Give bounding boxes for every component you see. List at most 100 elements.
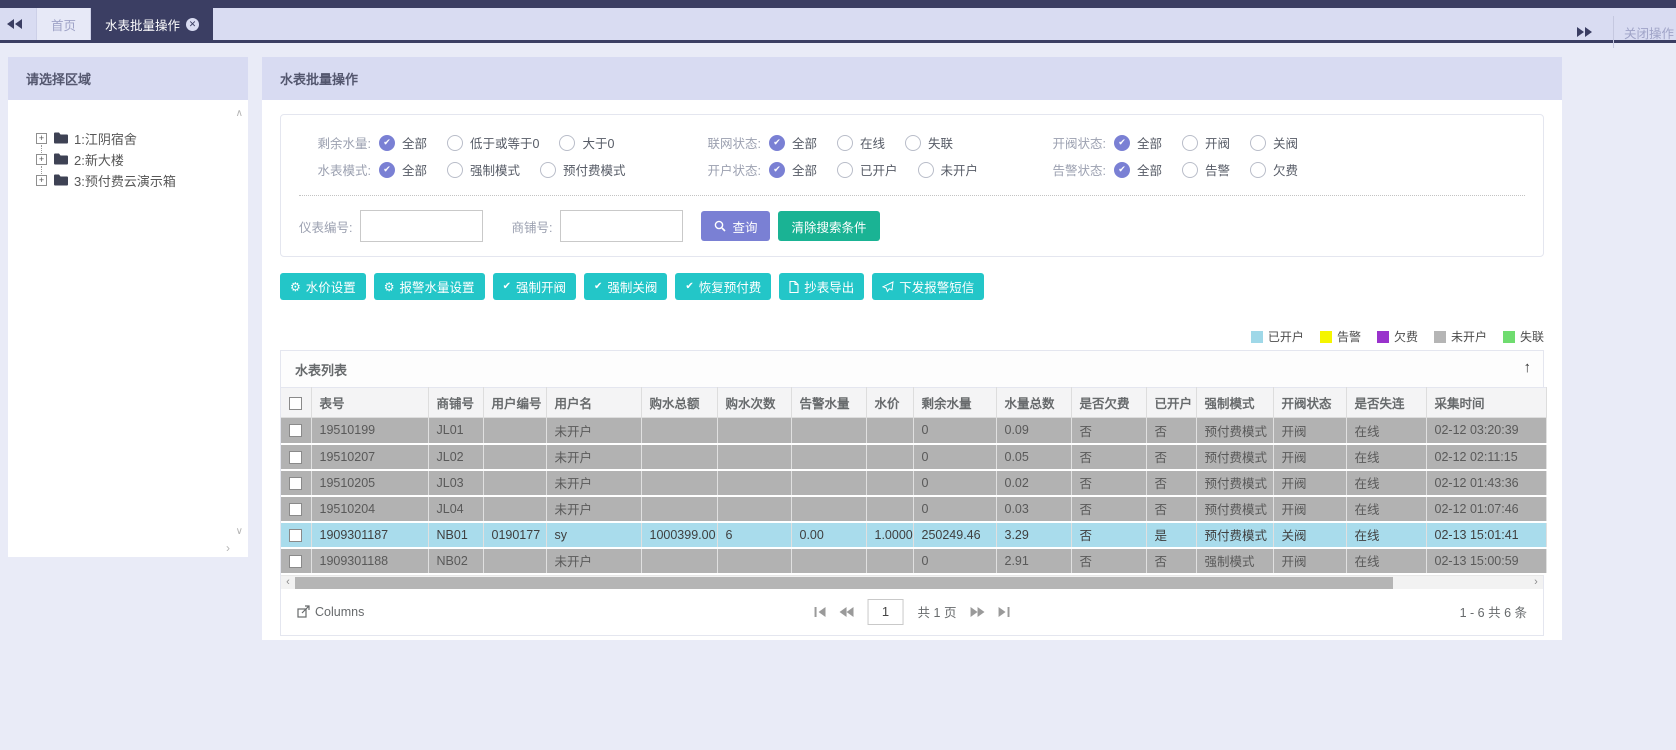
radio-option[interactable]: 已开户: [837, 160, 898, 179]
row-checkbox[interactable]: [289, 555, 302, 568]
radio-option[interactable]: ✔全部: [1114, 133, 1162, 152]
columns-icon: [297, 605, 310, 618]
radio-icon[interactable]: [837, 162, 853, 178]
row-checkbox[interactable]: [289, 451, 302, 464]
filter-group: 开阀状态:✔全部开阀关阀: [1034, 133, 1318, 152]
table-cell: NB02: [428, 548, 483, 574]
radio-icon[interactable]: [918, 162, 934, 178]
columns-button[interactable]: Columns: [297, 605, 364, 619]
radio-option[interactable]: 关阀: [1250, 133, 1298, 152]
expand-node-icon[interactable]: +: [36, 154, 47, 165]
gear-icon: ⚙: [384, 281, 395, 293]
query-button[interactable]: 查询: [701, 211, 770, 241]
table-row[interactable]: 1909301187NB010190177sy1000399.0060.001.…: [281, 522, 1546, 548]
radio-icon[interactable]: ✔: [1114, 162, 1130, 178]
first-page-icon[interactable]: [815, 607, 826, 617]
page-number-input[interactable]: [868, 599, 904, 625]
action-button[interactable]: 下发报警短信: [872, 273, 984, 300]
scroll-right-icon[interactable]: ›: [226, 541, 230, 555]
meter-no-input[interactable]: [360, 210, 483, 242]
radio-icon[interactable]: [540, 162, 556, 178]
radio-option[interactable]: 大于0: [559, 133, 614, 152]
table-row[interactable]: 19510207JL02未开户00.05否否预付费模式开阀在线02-12 02:…: [281, 444, 1546, 470]
radio-icon[interactable]: [837, 135, 853, 151]
close-tab-icon[interactable]: ✕: [186, 18, 199, 31]
action-button[interactable]: ✔强制开阀: [493, 273, 576, 300]
close-operations-button[interactable]: 关闭操作: [1624, 23, 1676, 42]
radio-icon[interactable]: ✔: [379, 162, 395, 178]
radio-icon[interactable]: [1250, 135, 1266, 151]
table-cell: 0: [913, 444, 996, 470]
tree-node[interactable]: +1:江阴宿舍: [36, 128, 248, 148]
radio-icon[interactable]: [1250, 162, 1266, 178]
columns-button-label: Columns: [315, 605, 364, 619]
table-row[interactable]: 19510199JL01未开户00.09否否预付费模式开阀在线02-12 03:…: [281, 418, 1546, 444]
prev-page-icon[interactable]: [840, 607, 854, 617]
shop-no-input[interactable]: [560, 210, 683, 242]
expand-node-icon[interactable]: +: [36, 133, 47, 144]
action-button[interactable]: 抄表导出: [779, 273, 864, 300]
radio-icon[interactable]: [447, 135, 463, 151]
hscroll-right-icon[interactable]: ›: [1529, 576, 1543, 590]
next-page-icon[interactable]: [970, 607, 984, 617]
last-page-icon[interactable]: [998, 607, 1009, 617]
radio-option[interactable]: 低于或等于0: [447, 133, 539, 152]
table-horizontal-scrollbar[interactable]: ‹ ›: [281, 575, 1543, 589]
row-checkbox[interactable]: [289, 424, 302, 437]
action-button[interactable]: ⚙报警水量设置: [374, 273, 485, 300]
radio-option[interactable]: ✔全部: [379, 133, 427, 152]
table-cell: 未开户: [546, 548, 641, 574]
radio-option[interactable]: 失联: [905, 133, 953, 152]
row-checkbox[interactable]: [289, 477, 302, 490]
tabs-strip: 首页 水表批量操作 ✕ 关闭操作: [0, 8, 1676, 40]
meter-table: 表号商铺号用户编号用户名购水总额购水次数告警水量水价剩余水量水量总数是否欠费已开…: [281, 387, 1547, 575]
radio-icon[interactable]: [1182, 135, 1198, 151]
scroll-up-icon[interactable]: ∧: [236, 108, 243, 119]
action-button[interactable]: ✔恢复预付费: [675, 273, 771, 300]
tab-home[interactable]: 首页: [36, 8, 91, 40]
radio-icon[interactable]: [905, 135, 921, 151]
radio-option[interactable]: ✔全部: [769, 160, 817, 179]
radio-option[interactable]: ✔ 全部: [1114, 160, 1162, 179]
clear-search-button[interactable]: 清除搜索条件: [778, 211, 879, 241]
scroll-tabs-right-icon[interactable]: [1569, 27, 1599, 37]
radio-icon[interactable]: ✔: [769, 162, 785, 178]
radio-option-label: 全部: [402, 160, 427, 179]
radio-option[interactable]: 未开户: [918, 160, 979, 179]
scroll-tabs-left-icon[interactable]: [0, 8, 30, 40]
radio-icon[interactable]: [447, 162, 463, 178]
action-button[interactable]: ⚙水价设置: [280, 273, 366, 300]
row-checkbox[interactable]: [289, 529, 302, 542]
scroll-down-icon[interactable]: ∨: [236, 526, 243, 537]
hscroll-left-icon[interactable]: ‹: [281, 576, 295, 590]
radio-option[interactable]: ✔ 全部: [379, 160, 427, 179]
action-button[interactable]: ✔强制关阀: [584, 273, 667, 300]
radio-option[interactable]: 开阀: [1182, 133, 1230, 152]
table-cell: 在线: [1346, 418, 1426, 444]
hscroll-thumb[interactable]: [295, 577, 1393, 589]
radio-option[interactable]: 告警: [1182, 160, 1230, 179]
radio-icon[interactable]: ✔: [1114, 135, 1130, 151]
radio-icon[interactable]: [1182, 162, 1198, 178]
table-row[interactable]: 19510204JL04未开户00.03否否预付费模式开阀在线02-12 01:…: [281, 496, 1546, 522]
table-row[interactable]: 1909301188NB02未开户02.91否否强制模式开阀在线02-13 15…: [281, 548, 1546, 574]
radio-option[interactable]: 强制模式: [447, 160, 520, 179]
radio-option[interactable]: 在线: [837, 133, 885, 152]
radio-icon[interactable]: ✔: [769, 135, 785, 151]
area-panel-title: 请选择区域: [8, 57, 248, 100]
select-all-checkbox[interactable]: [289, 397, 302, 410]
radio-icon[interactable]: ✔: [379, 135, 395, 151]
radio-option-label: 全部: [1137, 160, 1162, 179]
radio-icon[interactable]: [559, 135, 575, 151]
row-checkbox[interactable]: [289, 503, 302, 516]
tab-water-meter-batch[interactable]: 水表批量操作 ✕: [91, 8, 213, 40]
collapse-table-icon[interactable]: ↑: [1524, 359, 1532, 376]
radio-option[interactable]: 欠费: [1250, 160, 1298, 179]
tree-node[interactable]: +2:新大楼: [36, 149, 248, 169]
table-cell: 是: [1146, 522, 1196, 548]
radio-option[interactable]: 预付费模式: [540, 160, 626, 179]
expand-node-icon[interactable]: +: [36, 175, 47, 186]
table-row[interactable]: 19510205JL03未开户00.02否否预付费模式开阀在线02-12 01:…: [281, 470, 1546, 496]
radio-option[interactable]: ✔全部: [769, 133, 817, 152]
tree-node[interactable]: +3:预付费云演示箱: [36, 170, 248, 190]
